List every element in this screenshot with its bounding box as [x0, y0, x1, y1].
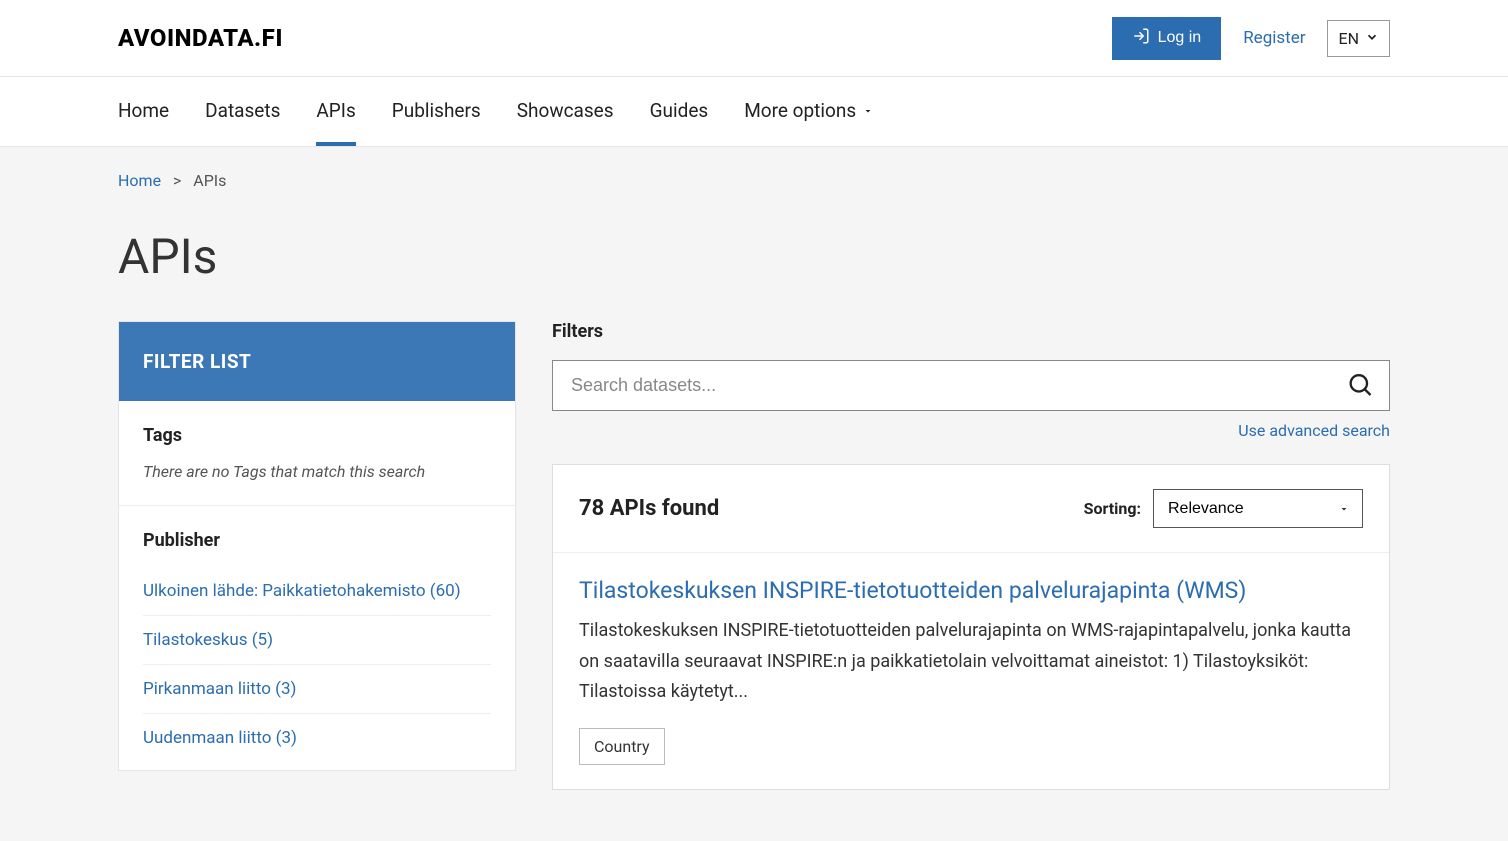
nav-home[interactable]: Home — [118, 77, 169, 146]
result-description: Tilastokeskuksen INSPIRE-tietotuotteiden… — [579, 616, 1363, 708]
result-tag[interactable]: Country — [579, 728, 665, 765]
result-title-link[interactable]: Tilastokeskuksen INSPIRE-tietotuotteiden… — [579, 577, 1363, 604]
nav-publishers[interactable]: Publishers — [392, 77, 481, 146]
nav-more-label: More options — [744, 99, 856, 122]
language-selector[interactable]: EN — [1327, 20, 1390, 57]
breadcrumb-current: APIs — [193, 171, 226, 190]
publisher-filter-item[interactable]: Tilastokeskus (5) — [143, 615, 491, 664]
filter-sidebar: FILTER LIST Tags There are no Tags that … — [118, 321, 516, 771]
nav-showcases[interactable]: Showcases — [517, 77, 614, 146]
advanced-search-link[interactable]: Use advanced search — [1238, 421, 1390, 440]
publisher-link[interactable]: Tilastokeskus (5) — [143, 630, 273, 650]
nav-apis[interactable]: APIs — [316, 77, 355, 146]
search-icon — [1346, 386, 1374, 401]
publisher-filter-item[interactable]: Uudenmaan liitto (3) — [143, 713, 491, 762]
login-label: Log in — [1158, 29, 1202, 47]
nav-datasets[interactable]: Datasets — [205, 77, 280, 146]
caret-down-icon — [862, 99, 874, 122]
register-link[interactable]: Register — [1243, 28, 1305, 48]
publisher-link[interactable]: Uudenmaan liitto (3) — [143, 728, 297, 748]
login-icon — [1132, 27, 1150, 50]
publisher-filter-item[interactable]: Ulkoinen lähde: Paikkatietohakemisto (60… — [143, 567, 491, 615]
publisher-filter-item[interactable]: Pirkanmaan liitto (3) — [143, 664, 491, 713]
tags-empty-message: There are no Tags that match this search — [143, 462, 491, 481]
login-button[interactable]: Log in — [1112, 17, 1222, 60]
site-logo[interactable]: AVOINDATA.FI — [118, 24, 283, 52]
breadcrumb-home[interactable]: Home — [118, 171, 161, 190]
nav-more-options[interactable]: More options — [744, 77, 874, 146]
publisher-link[interactable]: Ulkoinen lähde: Paikkatietohakemisto (60… — [143, 581, 461, 601]
search-input[interactable] — [552, 360, 1390, 411]
result-item: Tilastokeskuksen INSPIRE-tietotuotteiden… — [553, 553, 1389, 789]
filter-list-header: FILTER LIST — [119, 322, 515, 401]
breadcrumb: Home > APIs — [118, 147, 1390, 200]
chevron-down-icon — [1365, 29, 1379, 48]
results-count: 78 APIs found — [579, 496, 719, 521]
page-title: APIs — [118, 200, 1390, 321]
sort-label: Sorting: — [1084, 499, 1141, 518]
language-label: EN — [1338, 29, 1359, 48]
sort-select[interactable]: Relevance — [1153, 489, 1363, 528]
publisher-link[interactable]: Pirkanmaan liitto (3) — [143, 679, 296, 699]
publisher-heading: Publisher — [143, 530, 491, 551]
filters-heading: Filters — [552, 321, 1390, 342]
nav-guides[interactable]: Guides — [650, 77, 709, 146]
search-button[interactable] — [1340, 364, 1380, 407]
breadcrumb-separator: > — [173, 171, 181, 190]
tags-heading: Tags — [143, 425, 491, 446]
